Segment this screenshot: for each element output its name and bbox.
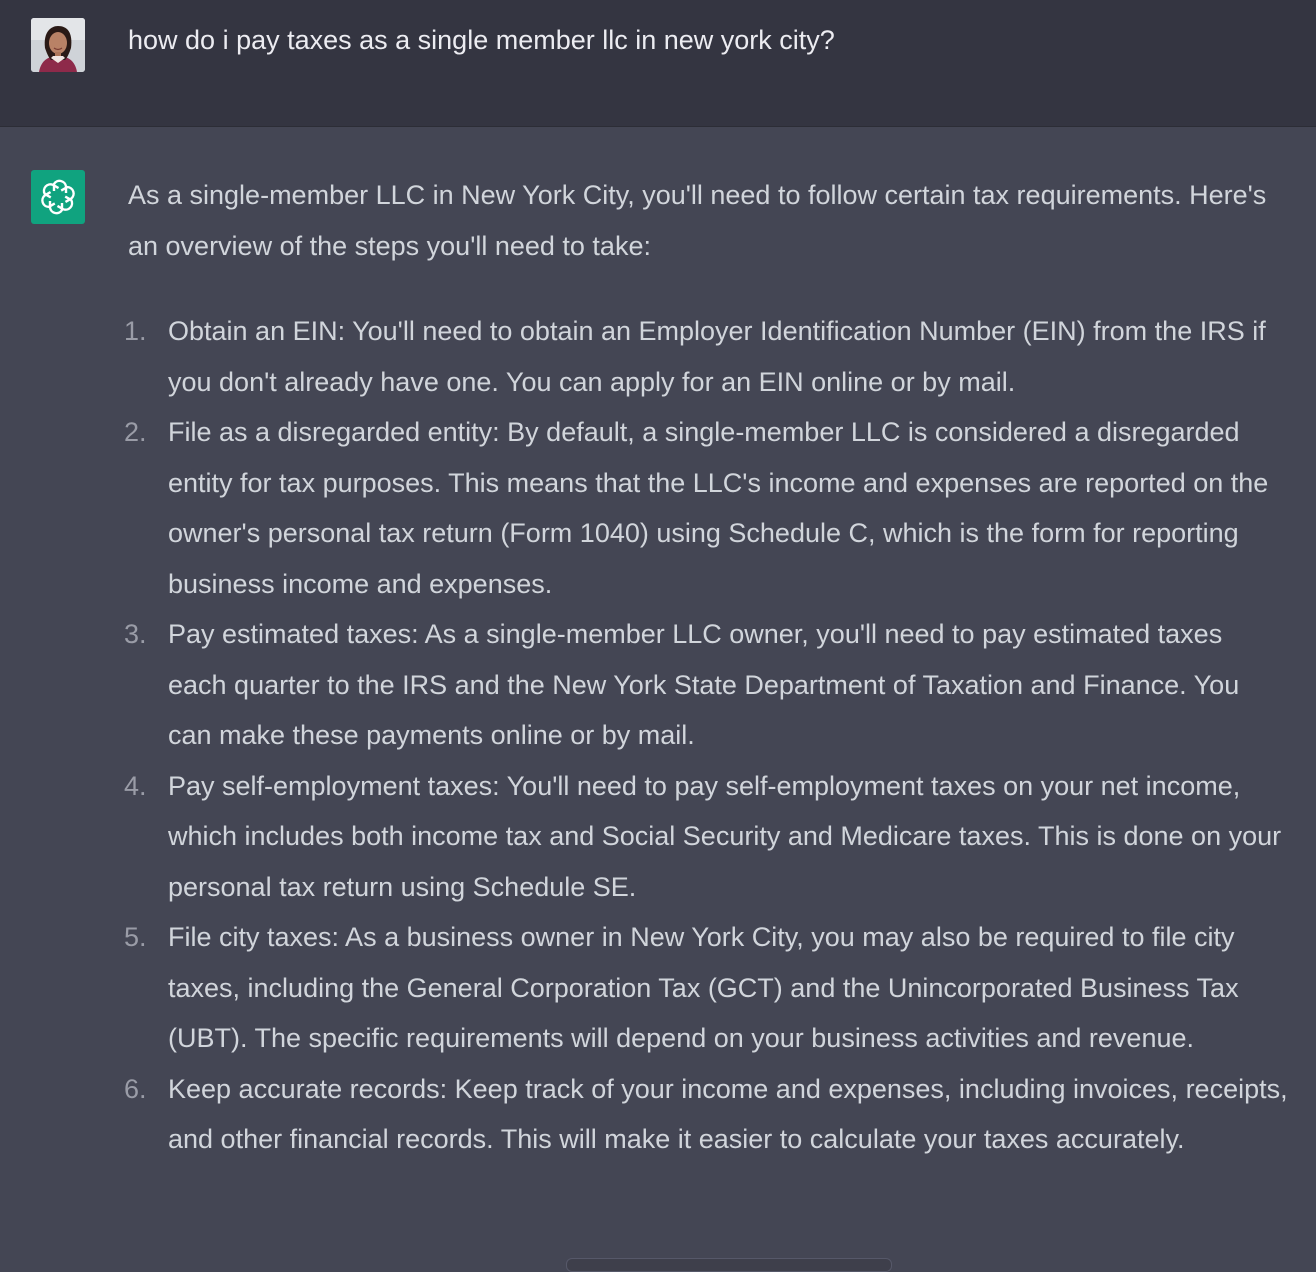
list-item-number: 1. <box>124 316 147 346</box>
list-item: 1. Obtain an EIN: You'll need to obtain … <box>124 306 1288 407</box>
list-item-text: Pay estimated taxes: As a single-member … <box>168 619 1240 750</box>
user-avatar-photo-icon <box>31 18 85 72</box>
assistant-message: As a single-member LLC in New York City,… <box>124 170 1288 1165</box>
scroll-to-bottom-button[interactable] <box>566 1258 892 1272</box>
list-item-number: 5. <box>124 922 147 952</box>
list-item-text: Obtain an EIN: You'll need to obtain an … <box>168 316 1266 397</box>
assistant-avatar <box>31 170 85 224</box>
list-item-number: 3. <box>124 619 147 649</box>
list-item-number: 6. <box>124 1073 147 1104</box>
assistant-intro: As a single-member LLC in New York City,… <box>128 180 1267 261</box>
list-item-text: Keep accurate records: Keep track of you… <box>168 1073 1288 1155</box>
list-item: 4. Pay self-employment taxes: You'll nee… <box>124 761 1288 913</box>
list-item-number: 2. <box>124 417 147 447</box>
openai-logo-icon <box>41 179 75 215</box>
list-item-text: File city taxes: As a business owner in … <box>168 922 1239 1053</box>
list-item: 5. File city taxes: As a business owner … <box>124 912 1288 1064</box>
list-item-text: File as a disregarded entity: By default… <box>168 417 1269 599</box>
user-avatar <box>31 18 85 72</box>
list-item-text: Pay self-employment taxes: You'll need t… <box>168 770 1282 902</box>
list-item: 3. Pay estimated taxes: As a single-memb… <box>124 609 1288 761</box>
steps-list: 1. Obtain an EIN: You'll need to obtain … <box>124 306 1288 1165</box>
list-item: 2. File as a disregarded entity: By defa… <box>124 407 1288 609</box>
list-item-number: 4. <box>124 770 147 801</box>
user-message-row: how do i pay taxes as a single member ll… <box>0 0 1316 127</box>
list-item: 6. Keep accurate records: Keep track of … <box>124 1064 1288 1165</box>
user-message-text: how do i pay taxes as a single member ll… <box>128 25 835 55</box>
